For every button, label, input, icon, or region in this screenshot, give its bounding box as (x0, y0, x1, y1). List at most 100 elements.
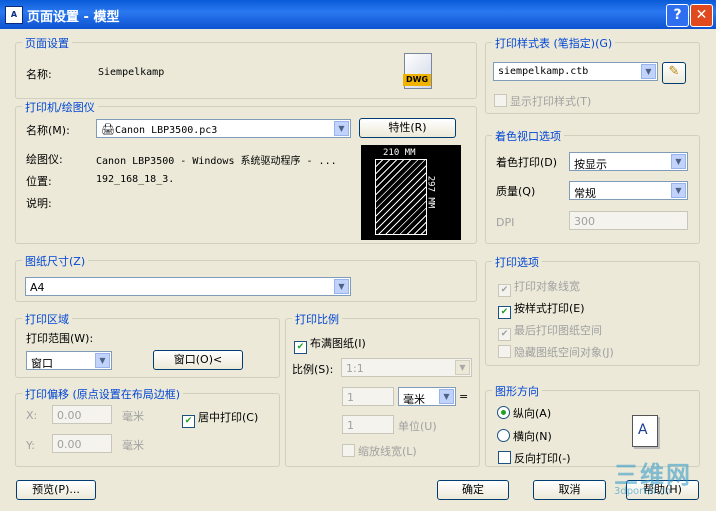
center-plot-checkbox[interactable]: ✔ 居中打印(C) (182, 409, 258, 428)
offset-x-unit: 毫米 (122, 410, 144, 423)
scale-units-input[interactable]: 1 (342, 415, 394, 434)
chevron-down-icon: ▼ (455, 360, 470, 375)
plot-scale-group: 打印比例 ✔ 布满图纸(I) 比例(S): 1:1 ▼ 1 毫米 ▼ = 1 单位… (285, 311, 480, 467)
window-title: 页面设置 - 模型 (27, 10, 120, 25)
orientation-group: 图形方向 纵向(A) 横向(N) 反向打印(-) A (485, 383, 700, 467)
page-setup-legend: 页面设置 (22, 35, 72, 51)
page-setup-dialog: A 页面设置 - 模型 ? ✕ 页面设置 名称: Siempelkamp DWG… (0, 0, 716, 511)
preview-width-label: 210 MM (383, 148, 416, 158)
orientation-page-icon: A (632, 415, 658, 447)
plot-range-value: 窗口 (31, 357, 53, 370)
window-pick-button[interactable]: 窗口(O)< (153, 350, 243, 370)
help-title-button[interactable]: ? (666, 4, 689, 27)
page-setup-name-label: 名称: (26, 68, 52, 81)
preview-button[interactable]: 预览(P)... (16, 480, 96, 500)
chevron-down-icon: ▼ (641, 64, 656, 79)
checkmark-icon: ✔ (182, 415, 195, 428)
plot-offset-legend: 打印偏移 (原点设置在布局边框) (22, 386, 184, 402)
printer-name-value: Canon LBP3500.pc3 (114, 125, 218, 136)
plot-paperspace-last-checkbox[interactable]: ✔ 最后打印图纸空间 (498, 322, 602, 341)
location-label: 位置: (26, 175, 52, 188)
plot-scale-legend: 打印比例 (292, 311, 342, 327)
plot-lineweights-checkbox[interactable]: ✔ 打印对象线宽 (498, 278, 580, 297)
location-value: 192_168_18_3. (96, 174, 175, 185)
plotter-value: Canon LBP3500 - Windows 系统驱动程序 - ... (96, 156, 337, 167)
plot-range-label: 打印范围(W): (26, 332, 94, 345)
title-bar[interactable]: A 页面设置 - 模型 ? ✕ (0, 0, 716, 29)
description-label: 说明: (26, 197, 52, 210)
printer-icon: 🖨 (101, 123, 115, 136)
ok-button[interactable]: 确定 (437, 480, 509, 500)
offset-y-unit: 毫米 (122, 439, 144, 452)
dpi-input[interactable]: 300 (569, 211, 688, 230)
checkmark-icon: ✔ (498, 306, 511, 319)
printer-name-label: 名称(M): (26, 124, 70, 137)
hide-paperspace-objects-checkbox[interactable]: 隐藏图纸空间对象(J) (498, 344, 614, 360)
chevron-down-icon: ▼ (334, 279, 349, 294)
portrait-radio[interactable]: 纵向(A) (497, 405, 551, 421)
printer-group: 打印机/绘图仪 名称(M): 🖨Canon LBP3500.pc3 ▼ 特性(R… (15, 99, 477, 244)
plot-area-legend: 打印区域 (22, 311, 72, 327)
plotter-label: 绘图仪: (26, 153, 63, 166)
quality-select[interactable]: 常规 ▼ (569, 181, 688, 200)
shaded-viewport-legend: 着色视口选项 (492, 128, 564, 144)
equals-sign: = (459, 390, 469, 403)
orientation-legend: 图形方向 (492, 383, 542, 399)
shaded-viewport-group: 着色视口选项 着色打印(D) 按显示 ▼ 质量(Q) 常规 ▼ DPI 300 (485, 128, 700, 244)
page-setup-name-value: Siempelkamp (98, 67, 165, 78)
plot-range-select[interactable]: 窗口 ▼ (26, 351, 112, 370)
offset-x-input[interactable]: 0.00 (52, 405, 112, 424)
page-setup-group: 页面设置 名称: Siempelkamp DWG (15, 35, 477, 99)
chevron-down-icon: ▼ (671, 183, 686, 198)
pencil-icon: ✎ (668, 64, 680, 79)
printer-name-select[interactable]: 🖨Canon LBP3500.pc3 ▼ (96, 119, 351, 138)
plot-area-group: 打印区域 打印范围(W): 窗口 ▼ 窗口(O)< (15, 311, 280, 378)
preview-height-label: 297 MM (425, 175, 436, 209)
shade-plot-select[interactable]: 按显示 ▼ (569, 152, 688, 171)
shade-plot-label: 着色打印(D) (496, 156, 558, 169)
chevron-down-icon: ▼ (95, 353, 110, 368)
paper-preview: 210 MM 297 MM (361, 145, 461, 240)
paper-size-legend: 图纸尺寸(Z) (22, 253, 89, 269)
offset-y-input[interactable]: 0.00 (52, 434, 112, 453)
autocad-app-icon: A (5, 6, 23, 24)
printer-legend: 打印机/绘图仪 (22, 99, 98, 115)
plot-style-table-group: 打印样式表 (笔指定)(G) siempelkamp.ctb ▼ ✎ 显示打印样… (485, 35, 700, 114)
scale-lineweights-checkbox[interactable]: 缩放线宽(L) (342, 443, 417, 459)
plot-options-group: 打印选项 ✔ 打印对象线宽 ✔ 按样式打印(E) ✔ 最后打印图纸空间 隐藏图纸空间对… (485, 254, 700, 366)
orientation-letter: A (638, 422, 648, 438)
plot-offset-group: 打印偏移 (原点设置在布局边框) X: 0.00 毫米 ✔ 居中打印(C) Y: … (15, 386, 280, 467)
plot-with-styles-checkbox[interactable]: ✔ 按样式打印(E) (498, 300, 585, 319)
fit-to-paper-checkbox[interactable]: ✔ 布满图纸(I) (294, 335, 366, 354)
chevron-down-icon: ▼ (334, 121, 349, 136)
close-button[interactable]: ✕ (690, 4, 713, 27)
show-plot-styles-checkbox[interactable]: 显示打印样式(T) (494, 93, 591, 109)
plot-options-legend: 打印选项 (492, 254, 542, 270)
edit-plot-style-button[interactable]: ✎ (662, 62, 686, 84)
paper-size-group: 图纸尺寸(Z) A4 ▼ (15, 253, 477, 302)
paper-size-select[interactable]: A4 ▼ (25, 277, 351, 296)
scale-label: 比例(S): (292, 363, 334, 376)
dwg-file-icon: DWG (403, 53, 432, 89)
plot-style-select[interactable]: siempelkamp.ctb ▼ (493, 62, 658, 81)
upside-down-checkbox[interactable]: 反向打印(-) (498, 450, 571, 466)
quality-label: 质量(Q) (496, 185, 536, 198)
preview-sheet (375, 159, 427, 235)
checkmark-icon: ✔ (294, 341, 307, 354)
offset-x-label: X: (26, 409, 38, 422)
properties-button[interactable]: 特性(R) (359, 118, 456, 138)
chevron-down-icon: ▼ (439, 389, 454, 404)
plot-style-table-legend: 打印样式表 (笔指定)(G) (492, 35, 616, 51)
help-button[interactable]: 帮助(H) (626, 480, 699, 500)
chevron-down-icon: ▼ (671, 154, 686, 169)
paper-size-value: A4 (30, 281, 45, 294)
offset-y-label: Y: (26, 439, 35, 452)
dpi-label: DPI (496, 216, 515, 229)
scale-unit-select[interactable]: 毫米 ▼ (398, 387, 456, 406)
scale-value-input[interactable]: 1 (342, 387, 394, 406)
landscape-radio[interactable]: 横向(N) (497, 428, 552, 444)
scale-select[interactable]: 1:1 ▼ (341, 358, 472, 377)
units-label: 单位(U) (398, 420, 437, 433)
dwg-badge: DWG (403, 74, 431, 86)
cancel-button[interactable]: 取消 (533, 480, 606, 500)
